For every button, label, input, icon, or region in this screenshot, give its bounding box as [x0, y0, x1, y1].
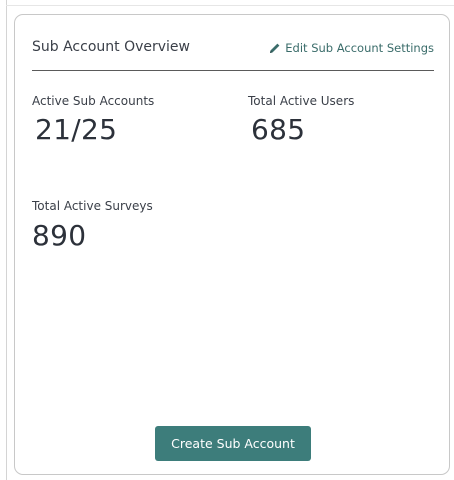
title-divider [32, 70, 434, 71]
edit-sub-account-settings-link[interactable]: Edit Sub Account Settings [269, 41, 434, 55]
sub-account-overview-card: Sub Account Overview Edit Sub Account Se… [14, 14, 450, 475]
create-sub-account-button[interactable]: Create Sub Account [155, 426, 311, 461]
total-active-users-value: 685 [251, 113, 306, 146]
total-active-surveys-value: 890 [32, 219, 87, 252]
active-sub-accounts-value: 21/25 [35, 113, 118, 146]
page: Sub Account Overview Edit Sub Account Se… [0, 0, 454, 480]
pencil-icon [270, 43, 280, 53]
total-active-surveys-label: Total Active Surveys [32, 199, 153, 213]
panel-edge [6, 0, 7, 480]
active-sub-accounts-label: Active Sub Accounts [32, 94, 155, 108]
total-active-users-label: Total Active Users [248, 94, 355, 108]
edit-link-label: Edit Sub Account Settings [285, 41, 434, 55]
card-title: Sub Account Overview [32, 39, 190, 55]
top-edge [6, 5, 454, 6]
